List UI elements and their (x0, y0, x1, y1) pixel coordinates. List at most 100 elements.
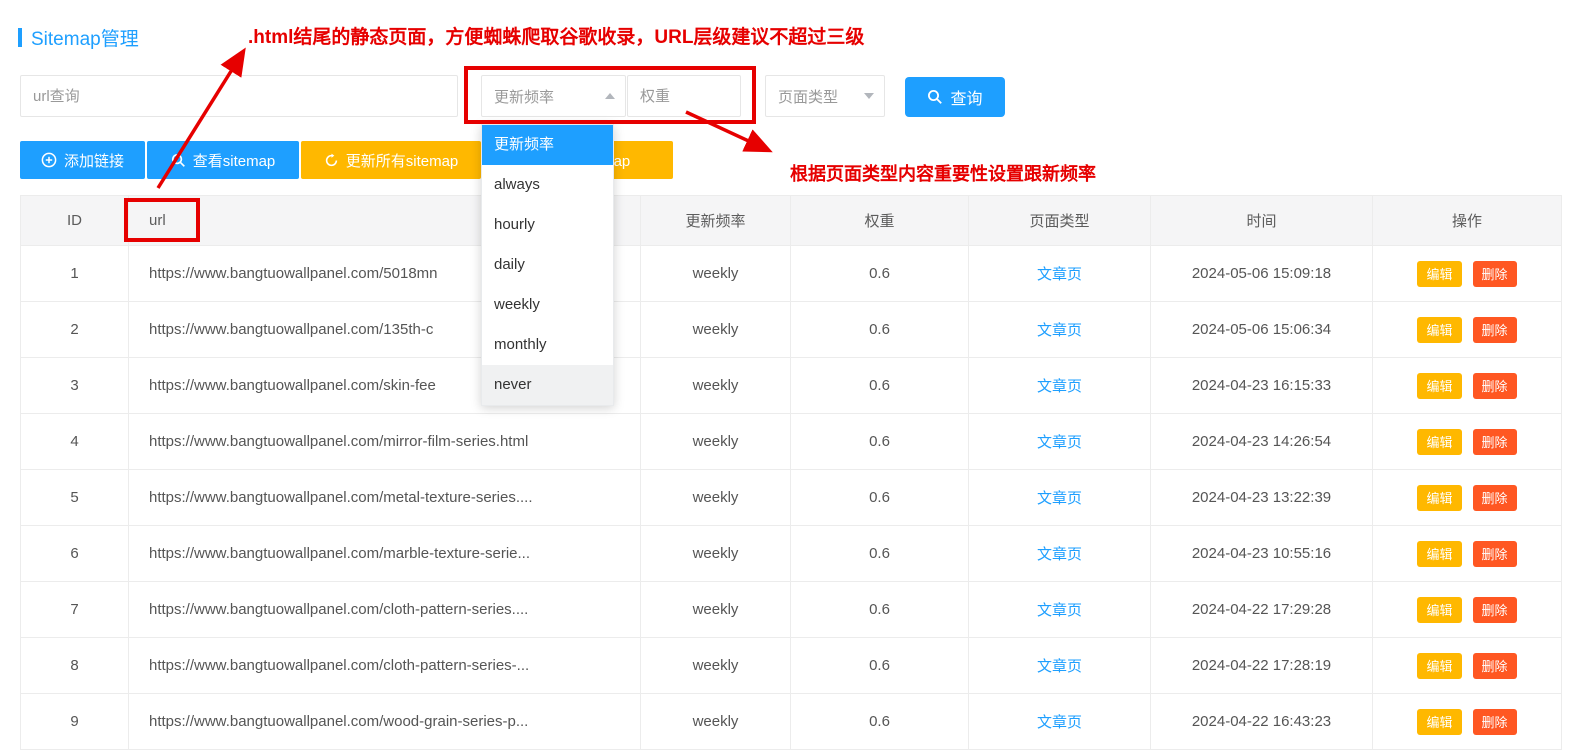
delete-button[interactable]: 删除 (1473, 317, 1517, 343)
page-type-link[interactable]: 文章页 (1037, 434, 1082, 451)
cell-actions: 编辑 删除 (1373, 302, 1562, 358)
cell-page-type: 文章页 (969, 694, 1151, 750)
page-title: Sitemap管理 (18, 24, 139, 51)
cell-frequency: weekly (641, 694, 791, 750)
header-time: 时间 (1151, 196, 1373, 246)
delete-button[interactable]: 删除 (1473, 709, 1517, 735)
cell-weight: 0.6 (791, 470, 969, 526)
update-all-sitemap-button[interactable]: 更新所有sitemap (301, 141, 481, 179)
plus-circle-icon (41, 152, 57, 168)
delete-button[interactable]: 删除 (1473, 653, 1517, 679)
table-row: 5 https://www.bangtuowallpanel.com/metal… (21, 470, 1562, 526)
table-row: 6 https://www.bangtuowallpanel.com/marbl… (21, 526, 1562, 582)
page-type-link[interactable]: 文章页 (1037, 658, 1082, 675)
table-row: 2 https://www.bangtuowallpanel.com/135th… (21, 302, 1562, 358)
cell-frequency: weekly (641, 582, 791, 638)
cell-url: https://www.bangtuowallpanel.com/cloth-p… (129, 638, 641, 694)
dropdown-option-hourly[interactable]: hourly (482, 205, 613, 245)
page-type-link[interactable]: 文章页 (1037, 378, 1082, 395)
dropdown-option-always[interactable]: always (482, 165, 613, 205)
cell-time: 2024-05-06 15:09:18 (1151, 246, 1373, 302)
delete-button[interactable]: 删除 (1473, 429, 1517, 455)
table-row: 9 https://www.bangtuowallpanel.com/wood-… (21, 694, 1562, 750)
cell-actions: 编辑 删除 (1373, 638, 1562, 694)
edit-button[interactable]: 编辑 (1417, 485, 1461, 511)
edit-button[interactable]: 编辑 (1417, 653, 1461, 679)
dropdown-option-never[interactable]: never (482, 365, 613, 405)
cell-page-type: 文章页 (969, 582, 1151, 638)
page-title-text: Sitemap管理 (31, 24, 139, 51)
chevron-up-icon (605, 93, 615, 99)
table-header-row: ID url 更新频率 权重 页面类型 时间 操作 (21, 196, 1562, 246)
delete-button[interactable]: 删除 (1473, 485, 1517, 511)
view-sitemap-button[interactable]: 查看sitemap (147, 141, 299, 179)
page-type-link[interactable]: 文章页 (1037, 266, 1082, 283)
dropdown-option-weekly[interactable]: weekly (482, 285, 613, 325)
table-row: 4 https://www.bangtuowallpanel.com/mirro… (21, 414, 1562, 470)
edit-button[interactable]: 编辑 (1417, 373, 1461, 399)
annotation-frequency-note: 根据页面类型内容重要性设置跟新频率 (790, 160, 1096, 186)
edit-button[interactable]: 编辑 (1417, 709, 1461, 735)
add-link-button[interactable]: 添加链接 (20, 141, 145, 179)
cell-weight: 0.6 (791, 414, 969, 470)
view-sitemap-label: 查看sitemap (193, 150, 276, 171)
title-accent-bar (18, 28, 22, 47)
cell-url: https://www.bangtuowallpanel.com/cloth-p… (129, 582, 641, 638)
cell-id: 6 (21, 526, 129, 582)
cell-weight: 0.6 (791, 358, 969, 414)
cell-actions: 编辑 删除 (1373, 246, 1562, 302)
page-type-select[interactable]: 页面类型 (765, 75, 885, 117)
edit-button[interactable]: 编辑 (1417, 429, 1461, 455)
header-frequency: 更新频率 (641, 196, 791, 246)
weight-input[interactable] (627, 75, 741, 117)
sitemap-table: ID url 更新频率 权重 页面类型 时间 操作 1 https://www.… (20, 195, 1562, 750)
cell-page-type: 文章页 (969, 638, 1151, 694)
delete-button[interactable]: 删除 (1473, 597, 1517, 623)
edit-button[interactable]: 编辑 (1417, 261, 1461, 287)
edit-button[interactable]: 编辑 (1417, 541, 1461, 567)
url-search-input[interactable] (20, 75, 458, 117)
cell-id: 8 (21, 638, 129, 694)
cell-weight: 0.6 (791, 638, 969, 694)
header-id: ID (21, 196, 129, 246)
cell-weight: 0.6 (791, 526, 969, 582)
dropdown-option-frequency[interactable]: 更新频率 (482, 125, 613, 165)
edit-button[interactable]: 编辑 (1417, 317, 1461, 343)
table-row: 3 https://www.bangtuowallpanel.com/skin-… (21, 358, 1562, 414)
edit-button[interactable]: 编辑 (1417, 597, 1461, 623)
page-type-link[interactable]: 文章页 (1037, 322, 1082, 339)
cell-url: https://www.bangtuowallpanel.com/metal-t… (129, 470, 641, 526)
page-type-link[interactable]: 文章页 (1037, 714, 1082, 731)
chevron-down-icon (864, 93, 874, 99)
annotation-static-page-note: .html结尾的静态页面，方便蜘蛛爬取谷歌收录，URL层级建议不超过三级 (248, 22, 864, 49)
cell-time: 2024-04-23 13:22:39 (1151, 470, 1373, 526)
cell-page-type: 文章页 (969, 470, 1151, 526)
delete-button[interactable]: 删除 (1473, 373, 1517, 399)
cell-weight: 0.6 (791, 582, 969, 638)
search-icon (927, 89, 943, 105)
cell-actions: 编辑 删除 (1373, 694, 1562, 750)
cell-actions: 编辑 删除 (1373, 526, 1562, 582)
header-actions: 操作 (1373, 196, 1562, 246)
add-link-label: 添加链接 (64, 150, 124, 171)
page-type-link[interactable]: 文章页 (1037, 602, 1082, 619)
delete-button[interactable]: 删除 (1473, 541, 1517, 567)
update-all-sitemap-label: 更新所有sitemap (346, 150, 459, 171)
page-type-link[interactable]: 文章页 (1037, 490, 1082, 507)
page-type-link[interactable]: 文章页 (1037, 546, 1082, 563)
delete-button[interactable]: 删除 (1473, 261, 1517, 287)
frequency-select[interactable]: 更新频率 (481, 75, 626, 117)
cell-frequency: weekly (641, 414, 791, 470)
dropdown-option-monthly[interactable]: monthly (482, 325, 613, 365)
cell-frequency: weekly (641, 358, 791, 414)
cell-id: 5 (21, 470, 129, 526)
cell-page-type: 文章页 (969, 302, 1151, 358)
cell-frequency: weekly (641, 638, 791, 694)
search-button[interactable]: 查询 (905, 77, 1005, 117)
cell-page-type: 文章页 (969, 526, 1151, 582)
cell-frequency: weekly (641, 470, 791, 526)
cell-frequency: weekly (641, 526, 791, 582)
dropdown-option-daily[interactable]: daily (482, 245, 613, 285)
cell-time: 2024-04-23 10:55:16 (1151, 526, 1373, 582)
table-row: 1 https://www.bangtuowallpanel.com/5018m… (21, 246, 1562, 302)
